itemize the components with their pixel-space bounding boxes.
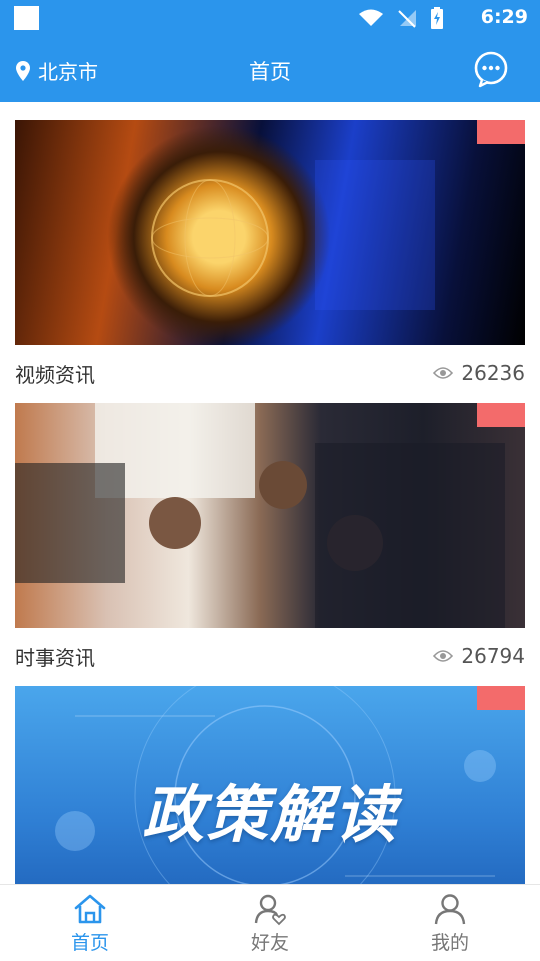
nav-home[interactable]: 首页 — [0, 885, 180, 961]
view-count-value: 26236 — [461, 361, 525, 385]
ribbon-badge — [477, 120, 525, 144]
eye-icon — [433, 650, 454, 662]
message-icon[interactable] — [472, 50, 510, 88]
news-card-video[interactable]: 视频资讯 26236 — [15, 120, 525, 401]
news-card-current-affairs[interactable]: 时事资讯 26794 — [15, 403, 525, 684]
nav-friends[interactable]: 好友 — [180, 885, 360, 961]
battery-icon — [431, 7, 443, 29]
friends-icon — [254, 894, 286, 925]
status-time: 6:29 — [480, 6, 528, 28]
news-thumbnail[interactable]: 政策解读 — [15, 686, 525, 884]
news-thumbnail[interactable] — [15, 120, 525, 345]
news-card-policy[interactable]: 政策解读 — [15, 686, 525, 884]
status-bar: 6:29 — [0, 0, 540, 36]
policy-banner-text: 政策解读 — [141, 778, 398, 851]
news-thumbnail[interactable] — [15, 403, 525, 628]
view-count: 26236 — [433, 361, 525, 385]
bottom-nav: 首页 好友 我的 — [0, 884, 540, 961]
view-count-value: 26794 — [461, 644, 525, 668]
nav-mine-label: 我的 — [430, 931, 469, 954]
ribbon-badge — [477, 686, 525, 710]
user-icon — [434, 893, 466, 924]
eye-icon — [433, 367, 454, 379]
status-icons — [358, 6, 444, 30]
app-bar: 北京市 首页 — [0, 36, 540, 102]
view-count: 26794 — [433, 644, 525, 668]
page-title: 首页 — [249, 60, 291, 84]
ribbon-badge — [477, 403, 525, 427]
notification-icon — [14, 6, 39, 30]
home-icon — [74, 894, 106, 923]
nav-mine[interactable]: 我的 — [360, 885, 540, 961]
news-card-title: 时事资讯 — [15, 645, 95, 670]
no-signal-icon — [398, 10, 416, 28]
news-card-title: 视频资讯 — [15, 362, 95, 387]
wifi-icon — [359, 9, 383, 26]
news-feed[interactable]: 视频资讯 26236 时事资讯 26794 政策解读 — [0, 102, 540, 884]
nav-home-label: 首页 — [70, 931, 109, 954]
nav-friends-label: 好友 — [250, 931, 289, 954]
